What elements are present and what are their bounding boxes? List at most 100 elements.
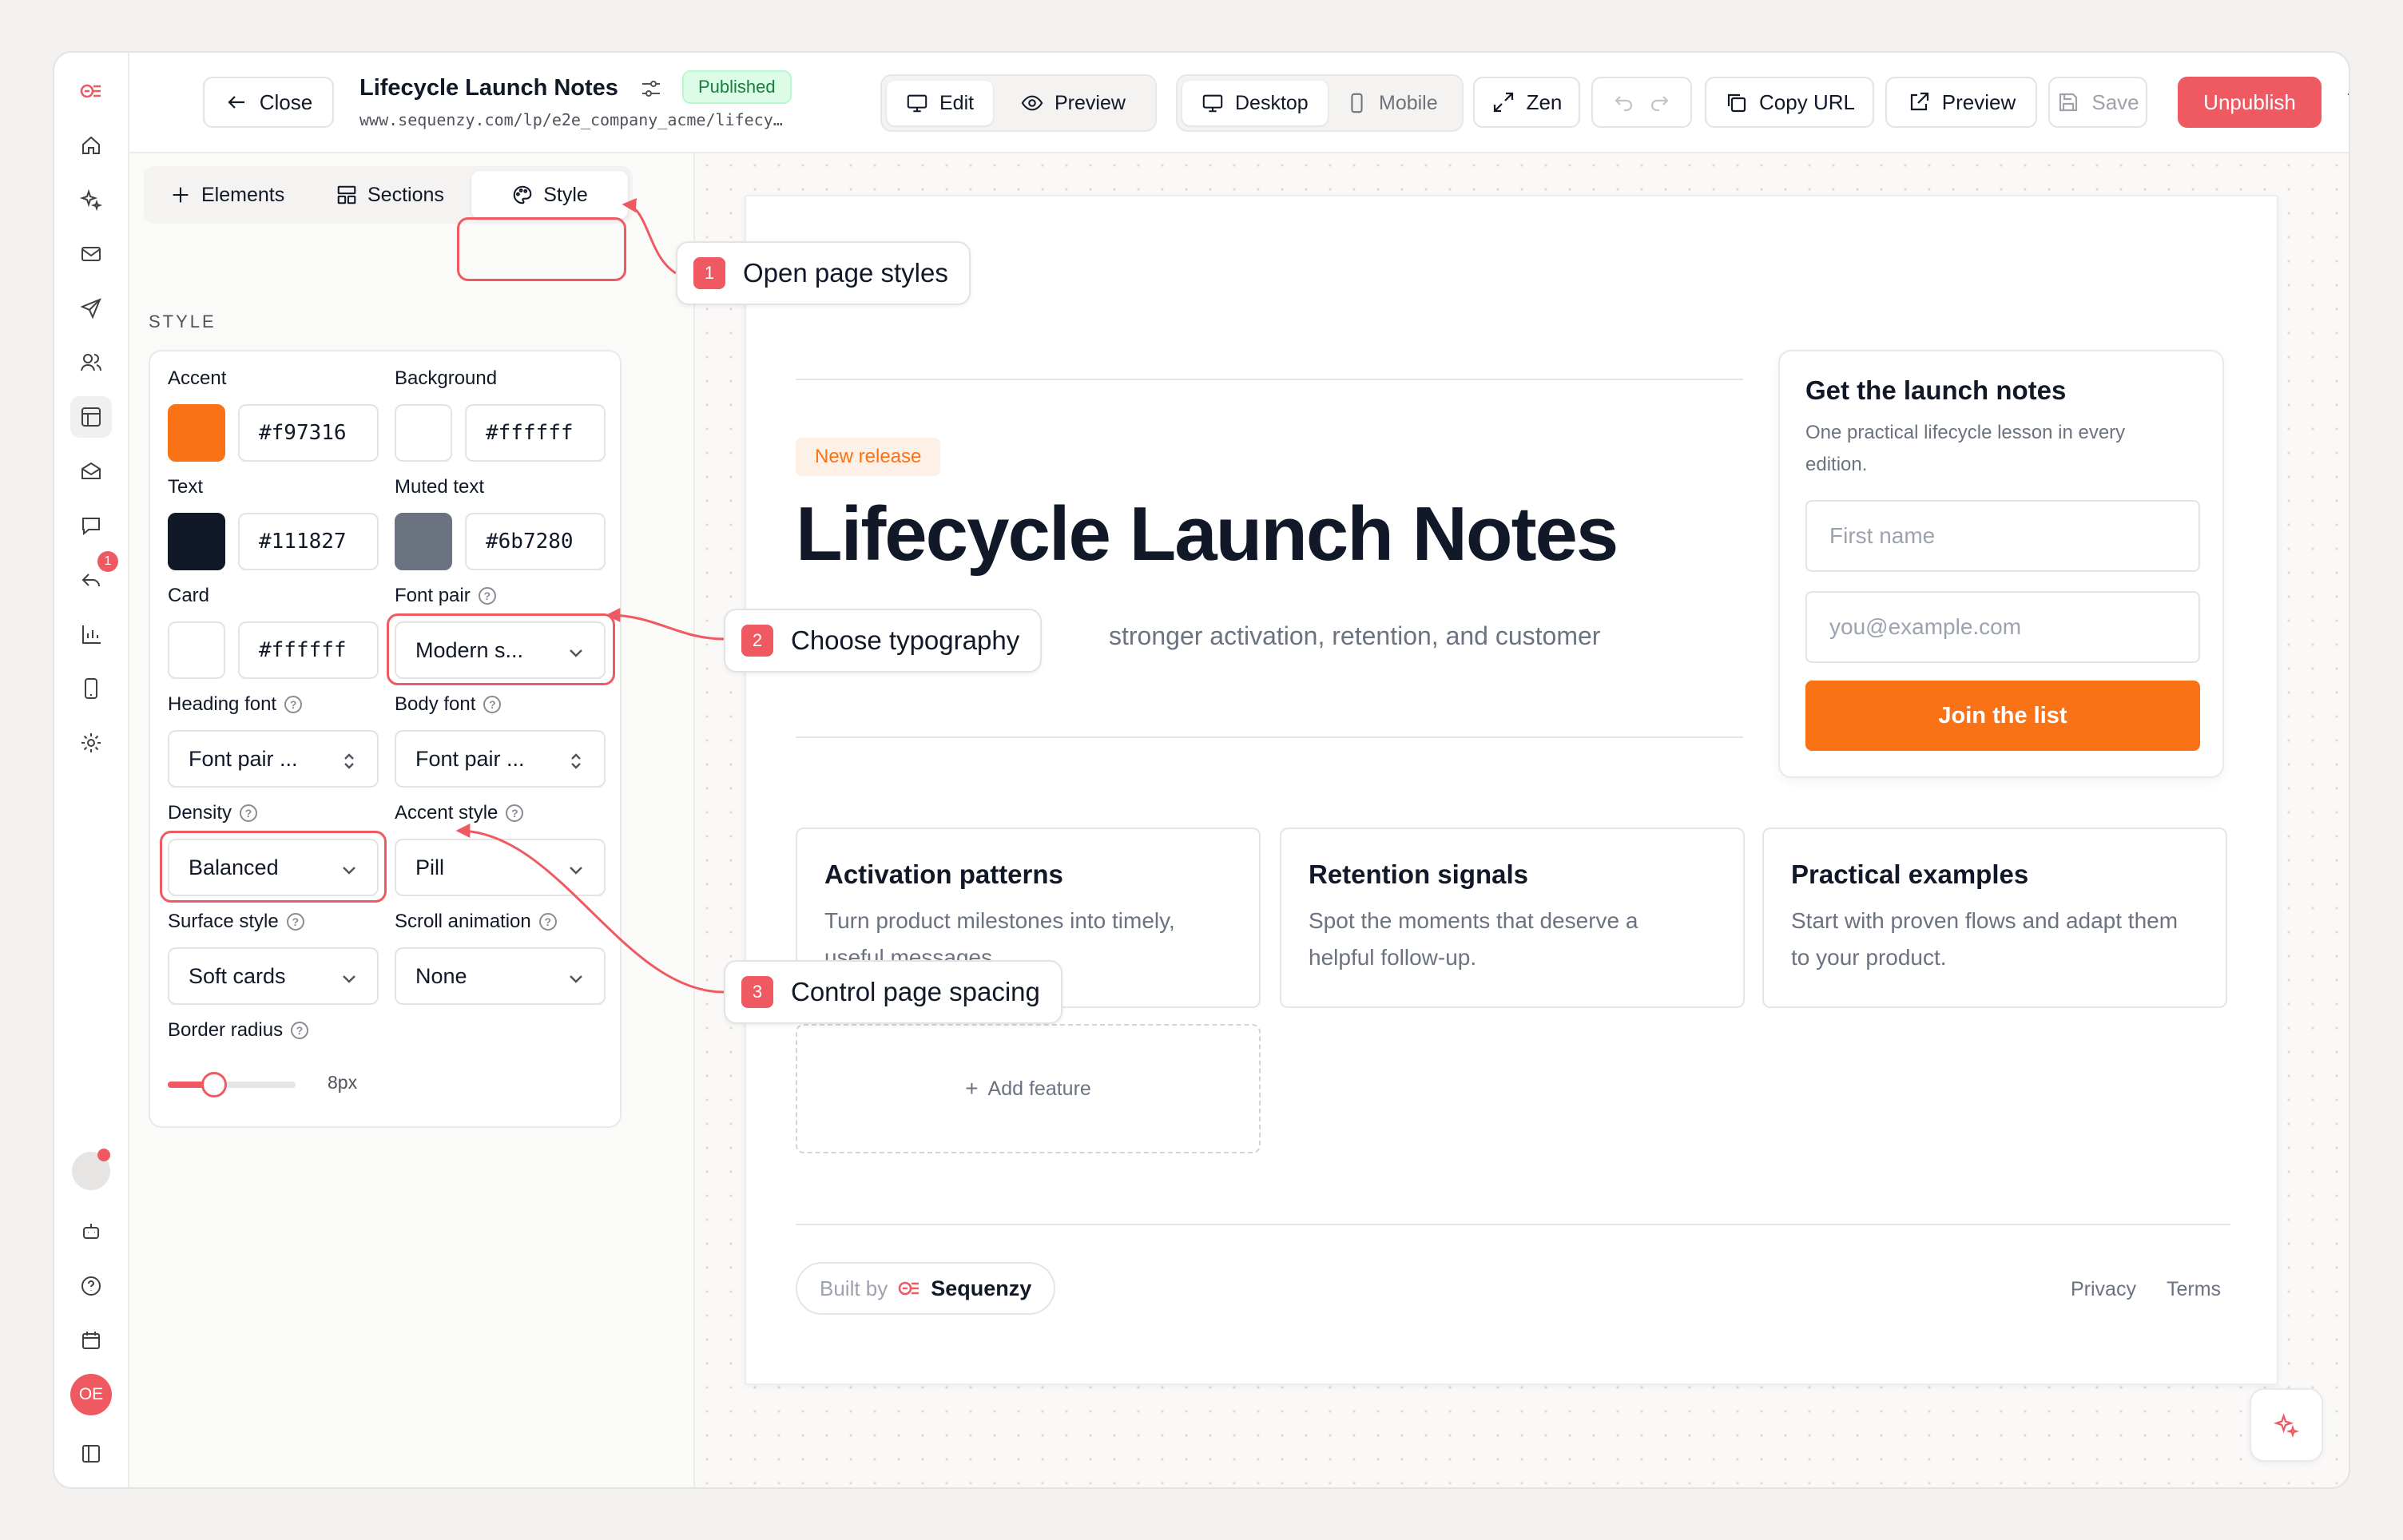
signup-description: One practical lifecycle lesson in every … [1805, 422, 2126, 475]
privacy-link[interactable]: Privacy [2071, 1278, 2136, 1301]
surface-style-select[interactable]: Soft cards [168, 947, 379, 1005]
accent-style-select[interactable]: Pill [395, 839, 606, 896]
app-rail: 1 OE [54, 53, 129, 1487]
unpublish-button[interactable]: Unpublish [2178, 77, 2322, 128]
trash-icon[interactable] [2344, 88, 2349, 115]
save-button[interactable]: Save [2048, 77, 2147, 128]
tab-style[interactable]: Style [471, 171, 628, 219]
hero-lede[interactable]: stronger activation, retention, and cust… [1109, 621, 1600, 651]
tab-elements[interactable]: Elements [152, 171, 302, 219]
accent-swatch[interactable] [168, 404, 225, 462]
home-icon[interactable] [70, 125, 112, 166]
chat-icon[interactable] [70, 505, 112, 546]
calendar-icon[interactable] [70, 1320, 112, 1361]
muted-hex-input[interactable]: #6b7280 [465, 513, 606, 570]
muted-text-label: Muted text [395, 476, 485, 498]
help-icon[interactable]: ? [478, 587, 496, 605]
tab-preview[interactable]: Preview [1002, 81, 1145, 125]
tab-sections[interactable]: Sections [318, 171, 462, 219]
first-name-input[interactable]: First name [1805, 500, 2200, 572]
feature-card[interactable]: Practical examples Start with proven flo… [1762, 828, 2227, 1008]
copy-url-button[interactable]: Copy URL [1705, 77, 1874, 128]
tab-edit[interactable]: Edit [887, 81, 994, 125]
status-avatar[interactable] [72, 1149, 110, 1190]
page-url[interactable]: www.sequenzy.com/lp/e2e_company_acme/lif… [359, 110, 855, 129]
preview-button[interactable]: Preview [1885, 77, 2037, 128]
help-icon[interactable]: ? [284, 696, 303, 713]
user-avatar[interactable]: OE [70, 1374, 112, 1415]
tab-edit-label: Edit [939, 91, 975, 114]
zen-label: Zen [1526, 89, 1563, 114]
release-badge[interactable]: New release [796, 438, 941, 476]
callout-choose-typography: 2 Choose typography [724, 609, 1043, 673]
send-icon[interactable] [70, 288, 112, 329]
palette-icon [513, 185, 532, 204]
tab-mobile[interactable]: Mobile [1326, 81, 1457, 125]
help-icon[interactable]: ? [506, 804, 524, 822]
heading-font-value: Font pair ... [189, 746, 298, 771]
text-color-swatch[interactable] [168, 513, 225, 570]
reply-icon[interactable]: 1 [70, 551, 118, 601]
text-hex-input[interactable]: #111827 [238, 513, 379, 570]
help-icon[interactable]: ? [286, 913, 304, 931]
mail-open-icon[interactable] [70, 450, 112, 492]
ai-assistant-button[interactable] [2250, 1388, 2323, 1462]
sequenzy-logo-icon[interactable] [70, 70, 112, 112]
border-radius-slider[interactable] [168, 1072, 296, 1097]
accent-hex-input[interactable]: #f97316 [238, 404, 379, 462]
feature-description: Spot the moments that deserve a helpful … [1309, 908, 1638, 970]
tab-desktop[interactable]: Desktop [1182, 81, 1328, 125]
background-swatch[interactable] [395, 404, 452, 462]
sparkles-icon[interactable] [70, 179, 112, 220]
email-input[interactable]: you@example.com [1805, 591, 2200, 663]
scroll-animation-select[interactable]: None [395, 947, 606, 1005]
callout-text: Open page styles [743, 258, 948, 288]
redo-icon[interactable] [1647, 90, 1671, 114]
heading-font-select[interactable]: Font pair ... [168, 730, 379, 788]
sidebar-toggle-icon[interactable] [70, 1433, 112, 1475]
close-button[interactable]: Close [203, 77, 334, 128]
card-swatch[interactable] [168, 621, 225, 679]
signup-form[interactable]: Get the launch notes One practical lifec… [1778, 350, 2224, 778]
card-hex-input[interactable]: #ffffff [238, 621, 379, 679]
sparkles-icon [2273, 1413, 2300, 1439]
terms-link[interactable]: Terms [2167, 1278, 2221, 1301]
mobile-icon[interactable] [70, 668, 112, 709]
text-color-label: Text [168, 476, 204, 498]
users-icon[interactable] [70, 342, 112, 383]
unpublish-label: Unpublish [2203, 89, 2296, 114]
divider [796, 736, 1743, 738]
undo-icon[interactable] [1612, 90, 1636, 114]
analytics-icon[interactable] [70, 613, 112, 655]
help-icon[interactable]: ? [240, 804, 258, 822]
feature-title: Practical examples [1791, 859, 2029, 889]
join-button[interactable]: Join the list [1805, 681, 2200, 751]
muted-text-swatch[interactable] [395, 513, 452, 570]
background-hex-input[interactable]: #ffffff [465, 404, 606, 462]
page-settings-icon[interactable] [639, 77, 666, 104]
body-font-select[interactable]: Font pair ... [395, 730, 606, 788]
app-window: 1 OE Close Lifecycle Launch Notes Publis… [53, 51, 2350, 1489]
tab-mobile-label: Mobile [1379, 91, 1438, 114]
settings-icon[interactable] [70, 722, 112, 764]
style-panel: Elements Sections Style STYLE Accent Bac… [129, 153, 695, 1487]
eye-icon [1021, 95, 1043, 111]
slider-handle[interactable] [201, 1072, 227, 1097]
built-by-badge[interactable]: Built by Sequenzy [796, 1262, 1056, 1315]
help-icon[interactable] [70, 1265, 112, 1307]
landing-pages-icon[interactable] [70, 396, 112, 438]
help-icon[interactable]: ? [291, 1022, 309, 1039]
callout-text: Choose typography [791, 625, 1020, 655]
mail-icon[interactable] [70, 233, 112, 275]
chevrons-up-down-icon [567, 751, 585, 769]
feature-card[interactable]: Retention signals Spot the moments that … [1280, 828, 1745, 1008]
add-feature-button[interactable]: + Add feature [796, 1024, 1261, 1153]
hero-headline[interactable]: Lifecycle Launch Notes [796, 490, 1619, 578]
help-icon[interactable]: ? [483, 696, 502, 713]
chevron-down-icon [567, 859, 585, 877]
zen-button[interactable]: Zen [1473, 77, 1580, 128]
bot-icon[interactable] [70, 1211, 112, 1252]
signup-title: Get the launch notes [1805, 375, 2067, 405]
help-icon[interactable]: ? [538, 913, 557, 931]
accent-style-label: Accent style ? [395, 802, 524, 824]
